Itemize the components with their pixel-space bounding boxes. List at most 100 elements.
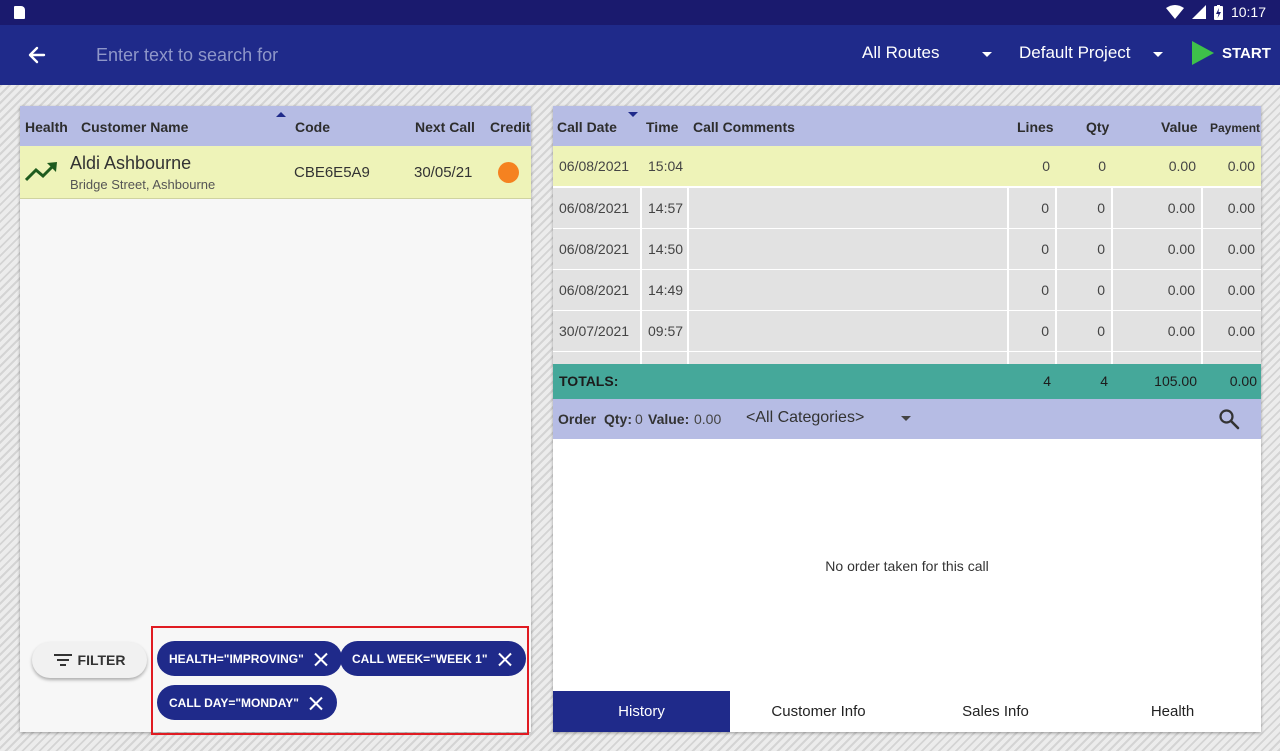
- col-credit[interactable]: Credit: [490, 119, 530, 135]
- wifi-icon: [1165, 5, 1184, 19]
- history-payment: 0.00: [1227, 200, 1255, 216]
- history-time: 14:49: [642, 270, 689, 310]
- start-button[interactable]: START: [1192, 41, 1271, 65]
- history-payment: 0.00: [1227, 323, 1255, 339]
- history-comments: [689, 311, 1009, 351]
- history-time: 15:04: [648, 158, 684, 174]
- history-date: 06/08/2021: [553, 270, 642, 310]
- col-lines[interactable]: Lines: [1017, 119, 1054, 135]
- col-health[interactable]: Health: [25, 119, 68, 135]
- order-bar: Order Qty: 0 Value: 0.00 <All Categories…: [553, 399, 1261, 439]
- tab-history[interactable]: History: [553, 691, 730, 732]
- totals-value: 105.00: [1154, 373, 1197, 389]
- order-qty-value: 0: [635, 411, 643, 427]
- col-payment[interactable]: Payment: [1210, 121, 1260, 135]
- detail-tabs: History Customer Info Sales Info Health: [553, 691, 1261, 732]
- sort-ascending-icon: [276, 112, 286, 117]
- tab-sales-info[interactable]: Sales Info: [907, 691, 1084, 732]
- col-call-comments[interactable]: Call Comments: [693, 119, 795, 135]
- chevron-down-icon: [982, 52, 992, 57]
- history-row[interactable]: 06/08/2021 15:04 0 0 0.00 0.00: [553, 146, 1261, 186]
- history-row[interactable]: 06/08/2021 14:50 0 0 0.00 0.00: [553, 229, 1261, 269]
- col-time[interactable]: Time: [646, 119, 678, 135]
- totals-row: TOTALS: 4 4 105.00 0.00: [553, 364, 1261, 399]
- totals-lines: 4: [1043, 373, 1051, 389]
- history-row[interactable]: 06/08/2021 14:49 0 0 0.00 0.00: [553, 270, 1261, 310]
- history-cell: [553, 352, 642, 364]
- customer-row[interactable]: Aldi Ashbourne Bridge Street, Ashbourne …: [20, 146, 531, 199]
- history-time: 14:57: [642, 188, 689, 228]
- history-lines: 0: [1009, 188, 1057, 228]
- col-qty[interactable]: Qty: [1086, 119, 1109, 135]
- project-dropdown-label: Default Project: [1019, 43, 1131, 62]
- filter-icon: [53, 654, 72, 666]
- filter-chip-call-week[interactable]: CALL WEEK="WEEK 1": [340, 641, 526, 676]
- history-row-partial: [553, 352, 1261, 364]
- close-icon[interactable]: [498, 652, 512, 666]
- filter-button[interactable]: FILTER: [32, 642, 147, 678]
- history-comments: [689, 146, 1007, 186]
- history-cell: [642, 352, 689, 364]
- history-time: 14:50: [642, 229, 689, 269]
- back-arrow-icon[interactable]: [22, 40, 52, 70]
- history-payment: 0.00: [1227, 158, 1255, 174]
- order-qty-label: Qty:: [604, 411, 632, 427]
- filter-chip-label: HEALTH="IMPROVING": [169, 651, 304, 666]
- customer-next-call: 30/05/21: [414, 164, 473, 181]
- battery-charging-icon: [1213, 4, 1223, 20]
- history-row[interactable]: 30/07/2021 09:57 0 0 0.00 0.00: [553, 311, 1261, 351]
- filter-chip-call-day[interactable]: CALL DAY="MONDAY": [157, 685, 337, 720]
- category-dropdown-label: <All Categories>: [746, 409, 865, 426]
- col-customer-name[interactable]: Customer Name: [81, 119, 188, 135]
- history-date: 30/07/2021: [553, 311, 642, 351]
- routes-dropdown[interactable]: All Routes: [862, 43, 992, 63]
- search-icon[interactable]: [1218, 408, 1240, 430]
- filter-chip-label: CALL DAY="MONDAY": [169, 695, 299, 710]
- history-value: 0.00: [1113, 229, 1203, 269]
- history-comments: [689, 270, 1009, 310]
- empty-order-message: No order taken for this call: [825, 558, 989, 574]
- col-code[interactable]: Code: [295, 119, 330, 135]
- tab-health[interactable]: Health: [1084, 691, 1261, 732]
- history-lines: 0: [1009, 311, 1057, 351]
- order-label: Order: [558, 411, 597, 427]
- signal-icon: [1191, 5, 1206, 19]
- chevron-down-icon: [901, 416, 911, 421]
- credit-status-dot: [498, 162, 519, 183]
- col-call-date[interactable]: Call Date: [557, 119, 617, 135]
- col-next-call[interactable]: Next Call: [415, 119, 475, 135]
- project-dropdown[interactable]: Default Project: [1019, 43, 1164, 63]
- sort-descending-icon: [628, 112, 638, 117]
- history-date: 06/08/2021: [553, 229, 642, 269]
- col-value[interactable]: Value: [1161, 119, 1198, 135]
- history-cell: [1113, 352, 1203, 364]
- history-row[interactable]: 06/08/2021 14:57 0 0 0.00 0.00: [553, 188, 1261, 228]
- customer-code: CBE6E5A9: [294, 164, 370, 181]
- play-icon: [1192, 41, 1214, 65]
- history-qty: 0: [1057, 229, 1113, 269]
- totals-qty: 4: [1100, 373, 1108, 389]
- history-lines: 0: [1009, 270, 1057, 310]
- chevron-down-icon: [1153, 52, 1163, 57]
- status-time: 10:17: [1230, 4, 1266, 20]
- order-value: 0.00: [694, 411, 722, 427]
- close-icon[interactable]: [314, 652, 328, 666]
- history-table-header: Call Date Time Call Comments Lines Qty V…: [553, 106, 1261, 146]
- start-button-label: START: [1222, 44, 1271, 62]
- history-qty: 0: [1098, 158, 1106, 174]
- search-input[interactable]: [96, 41, 796, 69]
- history-qty: 0: [1057, 188, 1113, 228]
- category-dropdown[interactable]: <All Categories>: [746, 409, 911, 431]
- history-comments: [689, 229, 1009, 269]
- app-bar: All Routes Default Project START: [0, 25, 1280, 85]
- history-value: 0.00: [1113, 270, 1203, 310]
- totals-payment: 0.00: [1229, 373, 1257, 389]
- totals-label: TOTALS:: [559, 373, 619, 389]
- customer-table-header: Health Customer Name Code Next Call Cred…: [20, 106, 531, 146]
- filter-chip-health[interactable]: HEALTH="IMPROVING": [157, 641, 342, 676]
- close-icon[interactable]: [309, 696, 323, 710]
- history-cell: [689, 352, 1009, 364]
- tab-customer-info[interactable]: Customer Info: [730, 691, 907, 732]
- history-value: 0.00: [1113, 311, 1203, 351]
- status-bar: 10:17: [0, 0, 1280, 25]
